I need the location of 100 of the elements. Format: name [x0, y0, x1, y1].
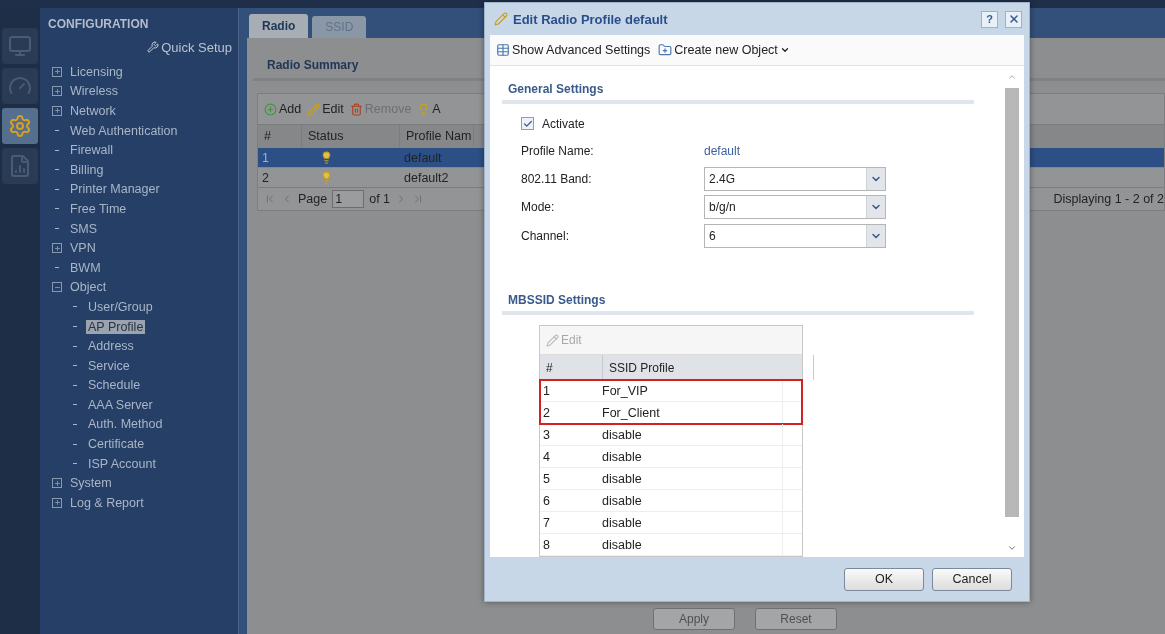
column-header[interactable]: SSID Profile — [603, 355, 814, 380]
nav-item[interactable]: Licensing — [68, 64, 125, 79]
nav-item[interactable]: Service — [86, 358, 132, 373]
table-cell-text: default — [403, 149, 443, 167]
first-page-icon[interactable] — [264, 193, 276, 205]
expand-icon[interactable] — [52, 478, 62, 489]
dash-icon — [73, 326, 77, 327]
dialog-button[interactable]: OK — [844, 567, 924, 591]
expand-icon[interactable] — [52, 86, 62, 97]
nav-item[interactable]: AAA Server — [86, 397, 155, 412]
pencil-icon — [546, 333, 559, 347]
table-cell-text: 8 — [542, 536, 551, 554]
display-count: Displaying 1 - 2 of 2 — [1053, 192, 1164, 206]
wrench-icon — [147, 41, 160, 53]
table-cell: For_Client — [599, 402, 783, 423]
expand-icon[interactable] — [52, 106, 62, 116]
nav-item[interactable]: Log & Report — [68, 495, 146, 510]
dash-icon — [55, 130, 59, 132]
table-cell: disable — [599, 424, 783, 445]
nav-item[interactable]: Address — [86, 339, 136, 354]
checkbox[interactable] — [521, 117, 534, 131]
nav-item[interactable]: BWM — [68, 260, 103, 275]
expand-icon[interactable] — [52, 243, 62, 254]
collapse-icon[interactable] — [52, 282, 62, 293]
dialog-button[interactable]: Cancel — [932, 567, 1012, 591]
checkbox-label: Activate — [542, 116, 585, 131]
dash-icon — [55, 208, 59, 210]
toolbar-button[interactable]: Create new Object — [658, 43, 790, 57]
dialog-title: Edit Radio Profile default — [513, 11, 669, 27]
nav-item[interactable]: Wireless — [68, 84, 120, 99]
nav-item[interactable]: VPN — [68, 241, 98, 256]
field-label: Mode: — [521, 200, 556, 215]
nav-item[interactable]: Free Time — [68, 201, 129, 216]
table-icon — [496, 43, 510, 57]
nav-item[interactable]: Billing — [68, 162, 106, 177]
table-cell: disable — [599, 446, 783, 467]
maintenance-icon[interactable] — [2, 148, 38, 184]
folder-plus-icon — [658, 43, 673, 57]
nav-item[interactable]: User/Group — [86, 299, 155, 314]
nav-item[interactable]: Object — [68, 280, 109, 295]
quick-setup-link[interactable]: Quick Setup — [147, 38, 232, 56]
nav-item[interactable]: Auth. Method — [86, 417, 165, 432]
help-button[interactable]: ? — [981, 10, 998, 28]
dash-icon — [73, 384, 77, 386]
nav-item[interactable]: ISP Account — [86, 456, 158, 471]
monitor-icon[interactable] — [2, 28, 38, 64]
table-cell: disable — [599, 512, 783, 533]
table-cell: disable — [599, 534, 783, 555]
dashboard-icon[interactable] — [2, 68, 38, 104]
nav-item[interactable]: Certificate — [86, 437, 147, 452]
table-cell: disable — [599, 490, 783, 511]
nav-item[interactable]: Firewall — [68, 143, 116, 158]
dropdown[interactable]: 2.4G — [704, 167, 886, 191]
dash-icon — [73, 404, 77, 406]
table-cell-text: 1 — [542, 382, 551, 400]
nav-item[interactable]: Network — [68, 104, 118, 118]
table-cell-text: 4 — [542, 448, 551, 466]
column-header[interactable]: # — [540, 355, 603, 380]
page-input[interactable]: 1 — [332, 190, 365, 208]
page-label: Page — [298, 192, 328, 206]
expand-icon[interactable] — [52, 497, 62, 508]
add-icon — [264, 102, 277, 116]
toolbar-button[interactable]: Edit — [307, 102, 344, 116]
nav-item[interactable]: Web Authentication — [68, 123, 180, 138]
nav-item[interactable]: System — [68, 476, 114, 491]
close-icon — [1007, 13, 1020, 25]
table-cell-text: default2 — [403, 169, 450, 187]
nav-item[interactable]: SMS — [68, 221, 100, 236]
dash-icon — [73, 424, 77, 425]
scroll-down-icon[interactable] — [1007, 543, 1017, 553]
nav-item[interactable]: AP Profile — [86, 319, 146, 334]
pencil-icon — [307, 102, 321, 116]
close-button[interactable] — [1005, 10, 1022, 28]
dropdown[interactable]: b/g/n — [704, 195, 886, 220]
nav-item[interactable]: Printer Manager — [68, 182, 162, 197]
dash-icon — [55, 188, 59, 190]
table-cell-text: 5 — [542, 470, 551, 488]
form-button[interactable]: Apply — [653, 608, 735, 630]
dash-icon — [73, 463, 77, 465]
tab[interactable]: Radio — [249, 14, 309, 38]
table-cell-text: 7 — [542, 514, 551, 532]
form-button[interactable]: Reset — [755, 608, 837, 630]
table-cell: For_VIP — [599, 380, 783, 401]
table-cell-text: 1 — [261, 149, 270, 167]
nav-item[interactable]: Schedule — [86, 378, 143, 393]
dash-icon — [73, 306, 77, 308]
expand-icon[interactable] — [52, 66, 62, 77]
field-value: default — [704, 144, 741, 159]
dash-icon — [55, 149, 59, 151]
table-cell-text: 3 — [542, 426, 551, 444]
dash-icon — [73, 365, 77, 367]
table-cell-text: 2 — [542, 404, 551, 422]
toolbar-button[interactable]: Add — [264, 102, 302, 116]
gear-icon[interactable] — [2, 108, 38, 144]
scrollbar[interactable] — [1004, 72, 1020, 553]
dropdown[interactable]: 6 — [704, 223, 886, 248]
scroll-up-icon[interactable] — [1007, 72, 1017, 82]
dash-icon — [55, 228, 59, 230]
toolbar-button[interactable]: A — [417, 102, 441, 116]
field-label: 802.11 Band: — [521, 172, 593, 186]
